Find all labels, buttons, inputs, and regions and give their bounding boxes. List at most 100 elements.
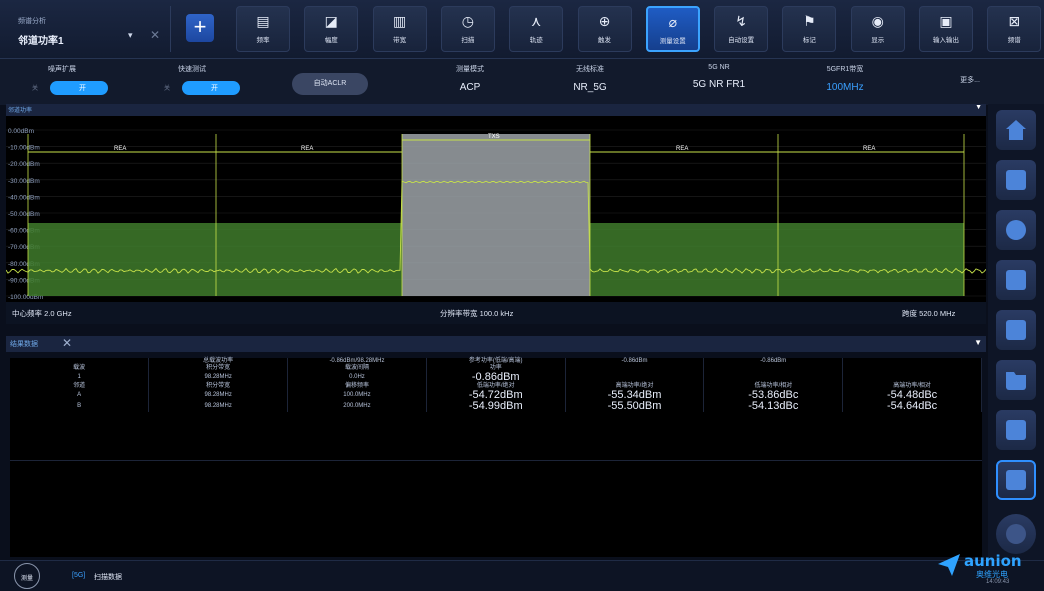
- table-cell: A: [10, 390, 150, 401]
- table-cell: 积分带宽: [148, 383, 289, 390]
- noise-extension-toggle[interactable]: 关 开: [32, 81, 116, 97]
- toolbar-button-2[interactable]: ▥ 带宽: [372, 6, 427, 52]
- main-channel-fill: [402, 134, 590, 296]
- table-cell: 98.28MHz: [148, 390, 289, 401]
- fr1-bandwidth-selector[interactable]: 5GFR1带宽 100MHz: [790, 59, 900, 105]
- table-cell: 100.0MHz: [287, 390, 427, 401]
- channel-label: REA: [863, 146, 875, 152]
- nr-band-value: 5G NR FR1: [692, 79, 746, 90]
- table-cell: 1: [10, 372, 150, 383]
- spectrum-icon: ⊠: [1008, 13, 1021, 29]
- paper-plane-icon: [938, 554, 960, 576]
- toggle-pill[interactable]: 开: [182, 81, 240, 95]
- marker-icon: ⚑: [803, 13, 816, 29]
- table-cell: -54.64dBc: [842, 401, 982, 412]
- cd-icon: [1006, 220, 1026, 240]
- measure-mode-label: 测量模式: [456, 66, 484, 73]
- table-cell: -0.86dBm/98.28MHz: [287, 358, 427, 365]
- table-cell: 0.0Hz: [287, 372, 427, 383]
- spectrum-svg: 0.00dBm -10.00dBm -20.00dBm -30.00dBm -40.00…: [5, 128, 987, 324]
- measurement-selector[interactable]: 频谱分析 邻道功率1 ▾ ✕: [10, 6, 171, 52]
- toggle-on-label: 开: [79, 85, 86, 92]
- trigger-icon: ⊕: [598, 13, 611, 29]
- toolbar-button-label: 输入输出: [933, 37, 959, 44]
- toolbar-button-3[interactable]: ◷ 扫描: [440, 6, 495, 52]
- print-button[interactable]: [996, 160, 1036, 200]
- nr-band-selector[interactable]: 5G NR 5G NR FR1: [664, 59, 774, 105]
- chevron-down-icon[interactable]: ▼: [975, 104, 982, 111]
- toolbar-button-0[interactable]: ▤ 频率: [236, 6, 290, 52]
- toolbar-button-label: 轨迹: [529, 37, 543, 44]
- chevron-down-icon[interactable]: ▼: [974, 338, 982, 347]
- add-measurement-button[interactable]: +: [186, 14, 214, 42]
- open-folder-button[interactable]: [996, 360, 1036, 400]
- table-cell: -55.50dBm: [565, 401, 705, 412]
- measure-mode-value: ACP: [459, 82, 481, 93]
- refresh-icon: [1006, 270, 1026, 290]
- result-window-tag[interactable]: 结果数据: [10, 339, 38, 349]
- auto-aclr-button[interactable]: 自动ACLR: [292, 73, 368, 95]
- radio-standard-label: 无线标准: [576, 66, 604, 73]
- channel-label: REA: [114, 146, 126, 152]
- table-cell: [842, 365, 982, 372]
- frequency-icon: ▤: [256, 13, 270, 29]
- toolbar-button-6[interactable]: ⌀ 测量设置: [645, 6, 700, 52]
- brand-name: aunion: [964, 552, 1022, 570]
- more-label: 更多...: [960, 77, 980, 84]
- fast-measure-toggle[interactable]: 关 开: [164, 81, 248, 97]
- result-window-header: 结果数据 ✕ ▼: [6, 336, 986, 352]
- fr1-bandwidth-label: 5GFR1带宽: [826, 66, 864, 73]
- home-icon: [1006, 120, 1026, 140]
- chevron-down-icon[interactable]: ▾: [128, 30, 133, 41]
- save-button[interactable]: [996, 310, 1036, 350]
- toolbar-button-10[interactable]: ▣ 输入输出: [919, 6, 973, 52]
- refresh-button[interactable]: [996, 260, 1036, 300]
- measure-home-button[interactable]: 测量: [14, 563, 40, 589]
- disc-button[interactable]: [996, 210, 1036, 250]
- trace-window-tag[interactable]: 邻道功率: [8, 105, 32, 114]
- status-bar: 测量 [5G] 扫描数据: [0, 560, 1044, 591]
- y-tick-label: -50.00dBm: [8, 211, 40, 218]
- channel-label: REA: [301, 146, 313, 152]
- mode-text: 扫描数据: [94, 574, 122, 581]
- toolbar-button-label: 带宽: [393, 37, 407, 44]
- toolbar-button-1[interactable]: ◪ 幅度: [304, 6, 359, 52]
- measure-mode-selector[interactable]: 测量模式 ACP: [420, 59, 520, 105]
- close-icon[interactable]: ✕: [150, 28, 160, 42]
- close-icon[interactable]: ✕: [62, 336, 72, 350]
- spectrum-graph[interactable]: 0.00dBm -10.00dBm -20.00dBm -30.00dBm -40.00…: [5, 116, 987, 324]
- toolbar-button-8[interactable]: ⚑ 标记: [782, 6, 837, 52]
- toolbar-button-11[interactable]: ⊠ 频谱: [987, 6, 1042, 52]
- clock-time: 14:09:43: [986, 579, 1010, 585]
- table-cell: [565, 372, 705, 383]
- measure-setup-icon: ⌀: [668, 14, 678, 30]
- toolbar-button-label: 扫描: [461, 37, 475, 44]
- table-cell: -54.13dBc: [703, 401, 844, 412]
- radio-standard-selector[interactable]: 无线标准 NR_5G: [540, 59, 640, 105]
- mode-prefix: [5G]: [72, 572, 86, 579]
- toggle-pill[interactable]: 开: [50, 81, 108, 95]
- toolbar-button-label: 幅度: [324, 37, 338, 44]
- more-button[interactable]: 更多...: [940, 59, 1000, 105]
- sweep-icon: ◷: [461, 13, 474, 29]
- toggle-off-label: 关: [164, 86, 171, 92]
- table-cell: -0.86dBm: [565, 358, 705, 365]
- home-button[interactable]: [996, 110, 1036, 150]
- toolbar-button-7[interactable]: ↯ 自动设置: [714, 6, 769, 52]
- table-cell: [565, 365, 705, 372]
- screenshot-button[interactable]: [996, 410, 1036, 450]
- bandwidth-icon: ▥: [392, 13, 407, 29]
- toolbar-button-4[interactable]: ⋏ 轨迹: [509, 6, 564, 52]
- table-cell: 200.0MHz: [287, 401, 427, 412]
- span-label: 跨度 520.0 MHz: [902, 308, 956, 318]
- save-icon: [1006, 320, 1026, 340]
- channel-label: TXS: [488, 134, 500, 140]
- toolbar-button-9[interactable]: ◉ 显示: [850, 6, 905, 52]
- fullscreen-button[interactable]: [996, 460, 1036, 500]
- adjacent-channel-fill: [590, 223, 964, 296]
- y-tick-label: -10.00dBm: [8, 145, 40, 152]
- toolbar-button-label: 自动设置: [728, 37, 755, 44]
- toolbar-button-5[interactable]: ⊕ 触发: [577, 6, 632, 52]
- table-row: 1 98.28MHz 0.0Hz -0.86dBm: [10, 372, 982, 383]
- top-toolbar: 频谱分析 邻道功率1 ▾ ✕ + ▤ 频率 ◪ 幅度 ▥ 带宽 ◷ 扫描 ⋏ 轨迹 ⊕ 触发 ⌀ 测量设置…: [0, 0, 1044, 58]
